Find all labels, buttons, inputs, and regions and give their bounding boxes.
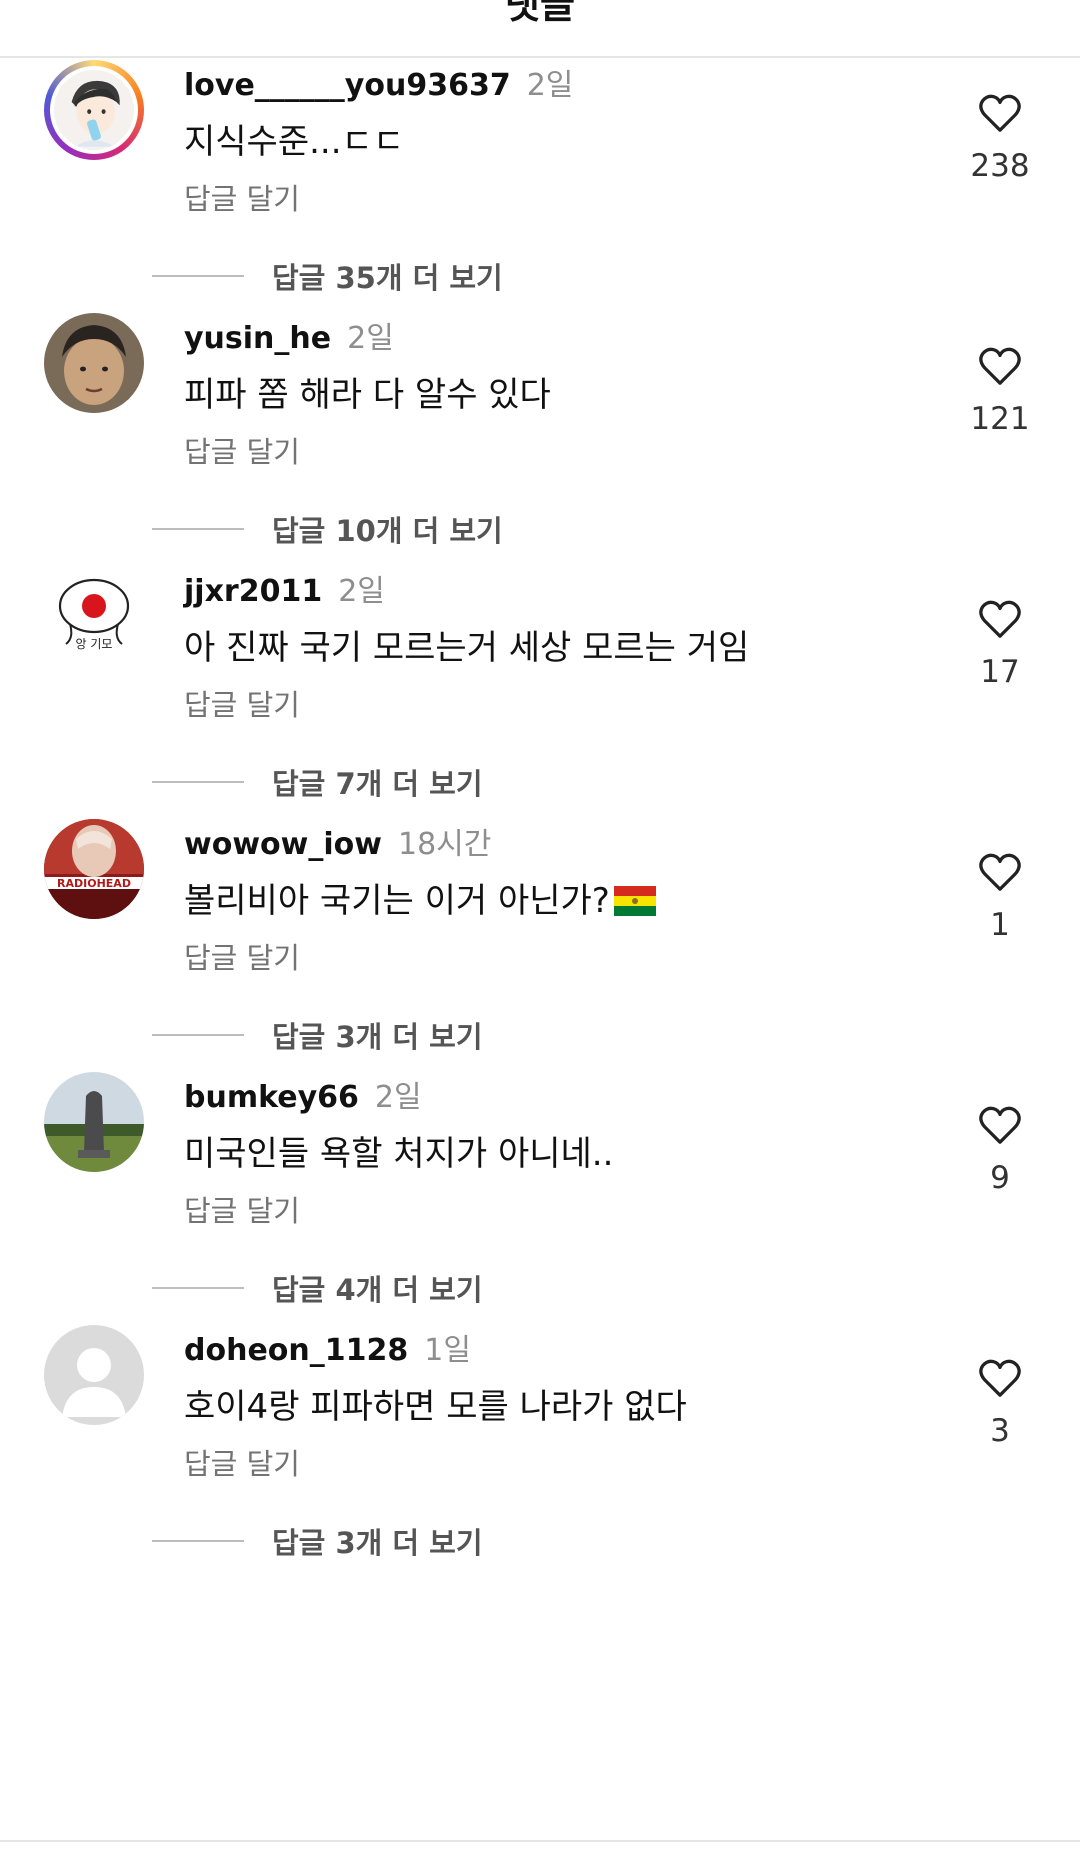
comment-meta: jjxr2011 2일 <box>184 566 385 610</box>
comment-text: 아 진짜 국기 모르는거 세상 모르는 거임 <box>184 628 750 668</box>
heart-icon[interactable] <box>977 1357 1023 1399</box>
view-replies-label: 답글 10개 더 보기 <box>272 514 503 548</box>
like-count: 121 <box>970 401 1030 437</box>
comment-time: 2일 <box>526 68 574 103</box>
comment-time: 2일 <box>374 1080 422 1115</box>
avatar-caption: 앙 기모 <box>76 637 113 651</box>
reply-button[interactable]: 답글 달기 <box>184 682 300 724</box>
heart-icon[interactable] <box>977 851 1023 893</box>
comment-username[interactable]: wowow_iow <box>184 827 382 862</box>
reply-button[interactable]: 답글 달기 <box>184 429 300 471</box>
comment-text: 호이4랑 피파하면 모를 나라가 없다 <box>184 1387 687 1427</box>
bottom-divider <box>0 1840 1080 1842</box>
heart-icon[interactable] <box>977 598 1023 640</box>
stone-monument-avatar-icon <box>44 1072 144 1172</box>
like-count: 238 <box>970 148 1030 184</box>
photo-face-avatar-icon <box>44 313 144 413</box>
cartoon-flag-face-avatar-icon: 앙 기모 <box>44 566 144 666</box>
like-count: 1 <box>990 907 1010 943</box>
reply-button[interactable]: 답글 달기 <box>184 1441 300 1483</box>
comment-text: 피파 쫌 해라 다 알수 있다 <box>184 375 551 415</box>
illustrated-face-avatar-icon <box>54 70 134 150</box>
page-title: 댓글 <box>505 0 575 27</box>
avatar-caption: RADIOHEAD <box>57 877 131 890</box>
like-count: 9 <box>990 1160 1010 1196</box>
comment-meta: wowow_iow 18시간 <box>184 819 491 863</box>
like-control: 17 <box>960 598 1040 690</box>
view-replies-label: 답글 3개 더 보기 <box>272 1020 483 1054</box>
comment-time: 2일 <box>338 574 385 609</box>
avatar[interactable] <box>44 313 144 413</box>
like-control: 3 <box>960 1357 1040 1449</box>
comment-meta: yusin_he 2일 <box>184 313 394 357</box>
comment-meta: doheon_1128 1일 <box>184 1325 471 1369</box>
comment-meta: love______you93637 2일 <box>184 60 573 104</box>
bolivia-flag-icon <box>613 885 656 916</box>
reply-button[interactable]: 답글 달기 <box>184 935 300 977</box>
replies-divider-line <box>152 1287 244 1289</box>
comment-text-content: 볼리비아 국기는 이거 아닌가? <box>184 881 610 921</box>
heart-icon[interactable] <box>977 92 1023 134</box>
comment-text: 볼리비아 국기는 이거 아닌가? <box>184 873 656 922</box>
view-replies-label: 답글 4개 더 보기 <box>272 1273 483 1307</box>
replies-divider-line <box>152 275 244 277</box>
view-replies-button[interactable]: 답글 3개 더 보기 <box>152 1015 483 1055</box>
album-cover-avatar-icon: RADIOHEAD <box>44 819 144 919</box>
comment-text: 지식수준...ㄷㄷ <box>184 122 405 162</box>
comment-username[interactable]: doheon_1128 <box>184 1333 408 1368</box>
replies-divider-line <box>152 1034 244 1036</box>
reply-button[interactable]: 답글 달기 <box>184 176 300 218</box>
like-count: 3 <box>990 1413 1010 1449</box>
comment-username[interactable]: jjxr2011 <box>184 574 322 609</box>
view-replies-label: 답글 7개 더 보기 <box>272 767 483 801</box>
like-control: 1 <box>960 851 1040 943</box>
comment-meta: bumkey66 2일 <box>184 1072 422 1116</box>
like-count: 17 <box>980 654 1020 690</box>
heart-icon[interactable] <box>977 345 1023 387</box>
comment-time: 18시간 <box>397 827 492 862</box>
like-control: 121 <box>960 345 1040 437</box>
avatar[interactable] <box>44 60 144 160</box>
replies-divider-line <box>152 781 244 783</box>
view-replies-button[interactable]: 답글 3개 더 보기 <box>152 1521 483 1561</box>
comment-username[interactable]: bumkey66 <box>184 1080 359 1115</box>
comment-time: 2일 <box>347 321 394 356</box>
heart-icon[interactable] <box>977 1104 1023 1146</box>
reply-button[interactable]: 답글 달기 <box>184 1188 300 1230</box>
replies-divider-line <box>152 1540 244 1542</box>
view-replies-button[interactable]: 답글 7개 더 보기 <box>152 762 483 802</box>
comment-item: doheon_1128 1일 호이4랑 피파하면 모를 나라가 없다 답글 달기 … <box>0 1315 1080 1613</box>
avatar[interactable] <box>44 1325 144 1425</box>
view-replies-button[interactable]: 답글 10개 더 보기 <box>152 509 503 549</box>
view-replies-label: 답글 3개 더 보기 <box>272 1526 483 1560</box>
like-control: 9 <box>960 1104 1040 1196</box>
comment-username[interactable]: love______you93637 <box>184 68 511 103</box>
view-replies-button[interactable]: 답글 35개 더 보기 <box>152 256 503 296</box>
view-replies-button[interactable]: 답글 4개 더 보기 <box>152 1268 483 1308</box>
comment-username[interactable]: yusin_he <box>184 321 331 356</box>
avatar[interactable] <box>44 1072 144 1172</box>
comment-text: 미국인들 욕할 처지가 아니네.. <box>184 1134 614 1174</box>
replies-divider-line <box>152 528 244 530</box>
avatar[interactable]: 앙 기모 <box>44 566 144 666</box>
like-control: 238 <box>960 92 1040 184</box>
avatar[interactable]: RADIOHEAD <box>44 819 144 919</box>
view-replies-label: 답글 35개 더 보기 <box>272 261 503 295</box>
comment-time: 1일 <box>424 1333 471 1368</box>
default-person-avatar-icon <box>44 1325 144 1425</box>
